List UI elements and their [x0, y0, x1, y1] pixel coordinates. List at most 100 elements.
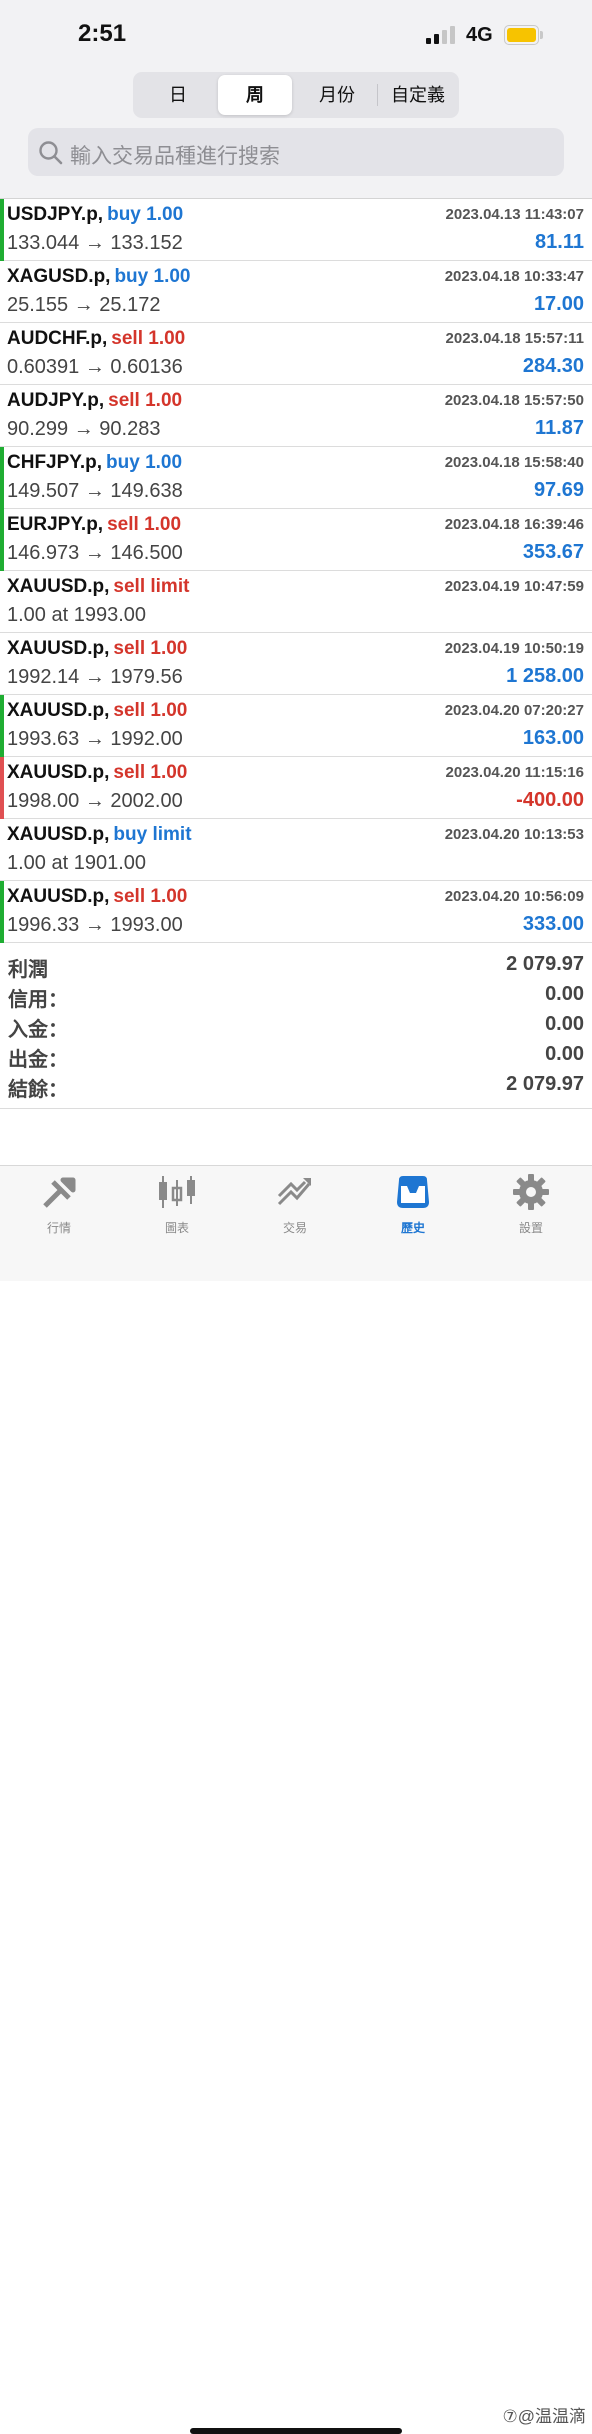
tab-history-label: 歷史	[400, 1221, 425, 1235]
battery-icon	[504, 25, 543, 45]
row-time: 2023.04.18 10:33:47	[444, 268, 584, 285]
row-time: 2023.04.20 10:56:09	[444, 888, 584, 905]
search-icon	[39, 141, 63, 165]
row-side: sell 1.00	[111, 328, 186, 349]
row-profit: 81.11	[535, 231, 584, 253]
history-row[interactable]: AUDJPY.p, sell 1.00 2023.04.18 15:57:50 90.…	[0, 385, 592, 447]
row-side: sell 1.00	[113, 762, 188, 783]
tab-week[interactable]: 周	[218, 75, 292, 115]
row-symbol: USDJPY.p,	[7, 204, 104, 225]
row-side: sell 1.00	[108, 390, 183, 411]
row-side: buy limit	[113, 824, 192, 845]
profit-indicator-bar	[0, 881, 4, 943]
row-symbol: XAUUSD.p,	[7, 886, 110, 907]
profit-indicator-bar	[0, 447, 4, 509]
summary-panel: 利潤 2 079.97 信用： 0.00 入金： 0.00 出金： 0.00 結餘： 2 079.…	[0, 953, 592, 1103]
row-profit: 17.00	[533, 293, 584, 315]
history-icon	[397, 1176, 429, 1208]
history-row[interactable]: AUDCHF.p, sell 1.00 2023.04.18 15:57:11 0.6…	[0, 323, 592, 385]
summary-value: 0.00	[545, 1013, 584, 1035]
row-profit: 333.00	[522, 913, 584, 935]
row-symbol-line: XAUUSD.p, sell limit	[7, 576, 189, 598]
history-row[interactable]: XAUUSD.p, buy limit 2023.04.20 10:13:53 1.0…	[0, 819, 592, 881]
row-side: buy 1.00	[107, 204, 184, 225]
row-time: 2023.04.20 07:20:27	[444, 702, 584, 719]
row-prices: 1998.00 → 2002.00	[7, 790, 183, 812]
chart-icon	[159, 1176, 195, 1208]
row-time: 2023.04.18 16:39:46	[444, 516, 584, 533]
tab-chart-label: 圖表	[164, 1221, 189, 1235]
tab-custom[interactable]: 自定義	[379, 75, 457, 115]
summary-row: 出金： 0.00	[0, 1043, 592, 1073]
search-placeholder: 輸入交易品種進行搜索	[70, 145, 280, 168]
tab-day[interactable]: 日	[139, 75, 217, 115]
row-prices: 1996.33 → 1993.00	[7, 914, 183, 936]
row-time: 2023.04.18 15:58:40	[444, 454, 584, 471]
summary-label: 結餘：	[8, 1079, 68, 1101]
row-symbol: XAUUSD.p,	[7, 576, 110, 597]
row-prices: 1.00 at 1993.00	[7, 604, 147, 626]
row-prices: 1992.14 → 1979.56	[7, 666, 183, 688]
row-symbol-line: XAUUSD.p, sell 1.00	[7, 638, 187, 660]
history-row[interactable]: USDJPY.p, buy 1.00 2023.04.13 11:43:07 133.…	[0, 199, 592, 261]
row-symbol: XAGUSD.p,	[7, 266, 111, 287]
row-symbol-line: EURJPY.p, sell 1.00	[7, 514, 181, 536]
row-profit: 11.87	[535, 417, 584, 439]
summary-row: 利潤 2 079.97	[0, 953, 592, 983]
segment-divider	[377, 84, 378, 106]
loss-indicator-bar	[0, 757, 4, 819]
history-row[interactable]: XAUUSD.p, sell 1.00 2023.04.20 10:56:09 199…	[0, 881, 592, 943]
tab-quotes[interactable]: 行情	[0, 1172, 118, 1242]
tab-trade[interactable]: 交易	[236, 1172, 354, 1242]
summary-row: 信用： 0.00	[0, 983, 592, 1013]
summary-row: 結餘： 2 079.97	[0, 1073, 592, 1103]
row-symbol-line: XAUUSD.p, buy limit	[7, 824, 192, 846]
summary-value: 2 079.97	[506, 1073, 584, 1095]
row-symbol-line: CHFJPY.p, buy 1.00	[7, 452, 182, 474]
status-time: 2:51	[78, 20, 127, 47]
row-prices: 146.973 → 146.500	[7, 542, 183, 564]
network-label: 4G	[466, 24, 493, 46]
row-symbol-line: AUDCHF.p, sell 1.00	[7, 328, 185, 350]
row-symbol-line: USDJPY.p, buy 1.00	[7, 204, 183, 226]
row-symbol: AUDCHF.p,	[7, 328, 108, 349]
history-row[interactable]: CHFJPY.p, buy 1.00 2023.04.18 15:58:40 149.…	[0, 447, 592, 509]
row-time: 2023.04.20 11:15:16	[445, 764, 584, 781]
tab-quotes-label: 行情	[46, 1221, 71, 1235]
row-profit: 97.69	[533, 479, 584, 501]
quotes-icon	[43, 1177, 76, 1208]
row-prices: 1.00 at 1901.00	[7, 852, 147, 874]
row-side: sell 1.00	[113, 886, 188, 907]
summary-divider	[0, 1108, 592, 1109]
cellular-signal-icon	[426, 26, 456, 44]
tab-month[interactable]: 月份	[297, 75, 377, 115]
row-side: buy 1.00	[106, 452, 183, 473]
history-row[interactable]: XAUUSD.p, sell 1.00 2023.04.20 07:20:27 199…	[0, 695, 592, 757]
row-time: 2023.04.18 15:57:11	[445, 330, 584, 347]
summary-value: 2 079.97	[506, 953, 584, 975]
tab-settings-label: 設置	[518, 1221, 543, 1235]
row-symbol: CHFJPY.p,	[7, 452, 103, 473]
summary-row: 入金： 0.00	[0, 1013, 592, 1043]
settings-gear-icon	[513, 1174, 549, 1210]
tab-settings[interactable]: 設置	[472, 1172, 590, 1242]
history-row[interactable]: XAUUSD.p, sell limit 2023.04.19 10:47:59 1.…	[0, 571, 592, 633]
row-profit: 284.30	[522, 355, 584, 377]
tab-chart[interactable]: 圖表	[118, 1172, 236, 1242]
home-indicator	[190, 2428, 402, 2434]
tab-trade-label: 交易	[282, 1221, 307, 1235]
history-row[interactable]: XAUUSD.p, sell 1.00 2023.04.19 10:50:19 199…	[0, 633, 592, 695]
row-symbol-line: XAUUSD.p, sell 1.00	[7, 886, 187, 908]
row-time: 2023.04.20 10:13:53	[444, 826, 584, 843]
row-symbol-line: XAUUSD.p, sell 1.00	[7, 762, 187, 784]
history-row[interactable]: XAUUSD.p, sell 1.00 2023.04.20 11:15:16 199…	[0, 757, 592, 819]
history-row[interactable]: EURJPY.p, sell 1.00 2023.04.18 16:39:46 146…	[0, 509, 592, 571]
watermark: ⑦@温温滴	[502, 2407, 587, 2426]
summary-value: 0.00	[545, 1043, 584, 1065]
profit-indicator-bar	[0, 199, 4, 261]
row-symbol-line: XAGUSD.p, buy 1.00	[7, 266, 191, 288]
tab-history[interactable]: 歷史	[354, 1172, 472, 1242]
history-row[interactable]: XAGUSD.p, buy 1.00 2023.04.18 10:33:47 25.1…	[0, 261, 592, 323]
search-input[interactable]: 輸入交易品種進行搜索	[28, 128, 564, 176]
row-symbol: XAUUSD.p,	[7, 700, 110, 721]
